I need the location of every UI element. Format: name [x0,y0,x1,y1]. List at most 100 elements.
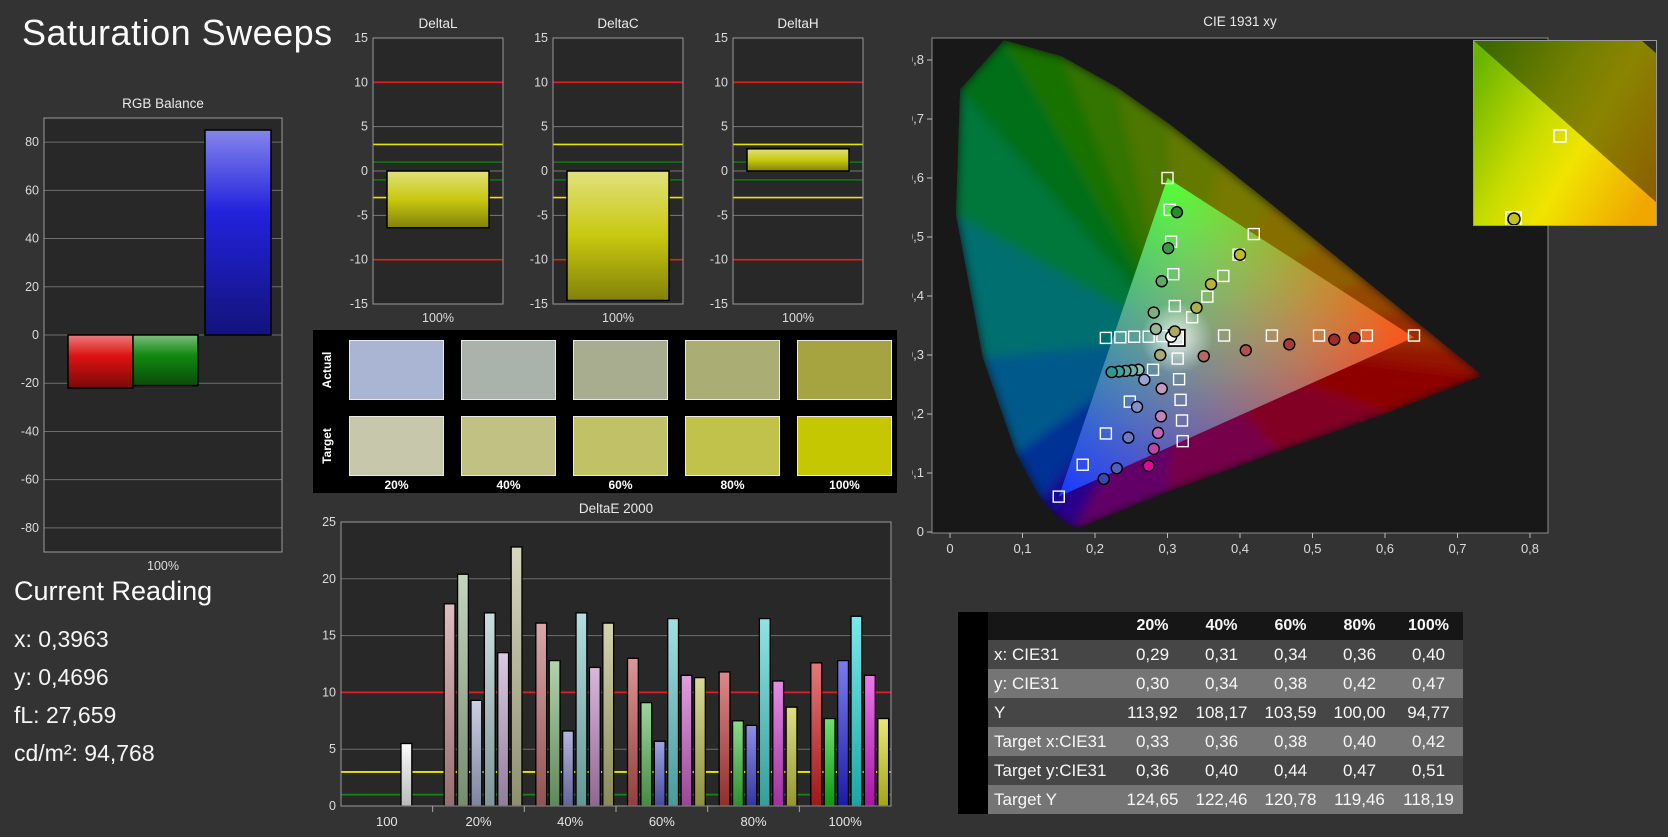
deltae-bar [483,612,496,807]
axis-label: -15 [710,297,728,311]
table-cell: 124,65 [1126,790,1179,809]
cie-measured-magenta [1154,410,1168,423]
cie-measured-red [1239,344,1252,357]
deltae-bar [470,699,483,807]
deltae-bar [680,674,693,807]
rgb-balance-chart[interactable]: RGB Balance 80 60 40 20 0 -20 -40 -60 -80 100% [10,92,310,597]
swatch-actual-60% [573,340,668,400]
table-cell: 100,00 [1333,703,1386,722]
deltae-bar [588,666,601,807]
delta-c-chart[interactable]: DeltaC 15 10 5 0 -5 -10 -15 100% [505,14,690,330]
deltac-bar [566,170,670,302]
swatch-column-label: 40% [496,478,521,492]
cie-measured-green [1162,242,1175,255]
table-row: y: CIE31 0,30 0,34 0,38 0,42 0,47 [958,669,1463,698]
cie-measured-green [1147,306,1160,319]
axis-label: 40 [25,232,39,246]
cie1931-chart[interactable]: CIE 1931 xy 0 0,1 0,2 0,3 0,4 0,5 0,6 0,7 0,8 0 0,1… [912,8,1568,573]
axis-label: -15 [530,297,548,311]
axis-label: 0 [329,799,336,813]
swatch-row-label-target: Target [320,428,334,464]
table-cell: 0,34 [1273,645,1308,664]
table-cell: 0,29 [1135,645,1170,664]
swatch-actual-20% [349,340,444,400]
reading-fl: fL: 27,659 [14,702,117,728]
axis-label: 20% [465,814,491,829]
table-cell: 0,40 [1204,761,1239,780]
table-row-label: Target Y [994,790,1058,809]
table-cell: 0,36 [1204,732,1239,751]
table-cell: 0,36 [1135,761,1170,780]
delta-h-chart[interactable]: DeltaH 15 10 5 0 -5 -10 -15 100% [685,14,870,330]
cie-measured-green [1149,322,1163,336]
cie-measured-green [1170,206,1184,219]
deltae-bar [653,740,666,807]
deltae2000-chart[interactable]: DeltaE 2000 0 5 10 15 20 25 100 20% 40% 60% 80% 100% [313,500,898,837]
axis-label: 25 [322,515,336,529]
deltae-bar [810,662,823,807]
deltae-bar [497,651,510,807]
swatch-target-40% [461,416,556,476]
deltae-bar [535,622,548,807]
table-column-header: 40% [1205,617,1238,634]
table-cell: 103,59 [1264,703,1317,722]
reading-cdm2: cd/m²: 94,768 [14,740,155,766]
axis-label: 15 [354,31,368,45]
axis-label: 15 [534,31,548,45]
swatch-column-label: 80% [720,478,745,492]
table-row: Target y:CIE31 0,36 0,40 0,44 0,47 0,51 [958,756,1463,785]
table-cell: 0,47 [1411,674,1446,693]
table-row: Y 113,92 108,17 103,59 100,00 94,77 [958,698,1463,727]
table-row: Target Y 124,65 122,46 120,78 119,46 118,19 [958,785,1463,814]
table-cell: 0,40 [1411,645,1446,664]
deltal-bar [386,170,490,229]
axis-label: DeltaH [777,16,818,31]
cie-measured-blue [1097,472,1110,486]
table-row-label: y: CIE31 [994,674,1060,693]
deltae-bar [510,546,523,807]
axis-label: 0 [361,164,368,178]
deltae-bar [575,612,588,807]
cie-measured-yellow [1168,325,1181,338]
swatch-column-label: 100% [829,478,860,492]
axis-label: 0,5 [912,229,924,244]
axis-label: 100 [376,814,398,829]
table-cell: 0,51 [1411,761,1446,780]
axis-label: 15 [322,629,336,643]
cie-measured-yellow [1204,278,1218,291]
axis-label: -20 [21,376,39,390]
table-cell: 0,38 [1273,732,1308,751]
cie-measured-magenta [1142,459,1155,473]
table-row: Target x:CIE31 0,33 0,36 0,38 0,40 0,42 [958,727,1463,756]
table-cell: 119,46 [1334,790,1385,809]
table-cell: 108,17 [1195,703,1248,722]
cie-measured-yellow [1233,248,1247,261]
table-cell: 0,44 [1273,761,1308,780]
deltae-bar [836,659,850,807]
deltae-bar [772,680,785,807]
cie-measured-red [1197,349,1210,363]
axis-label: 0 [917,524,924,539]
table-cell: 113,92 [1127,703,1178,722]
table-cell: 94,77 [1407,703,1450,722]
cie-measured-green [1155,275,1168,288]
deltae-bar [640,701,653,807]
table-cell: 0,40 [1342,732,1377,751]
swatch-column-label: 60% [608,478,633,492]
deltae-bar [850,615,863,807]
deltae-bar [718,671,731,807]
swatch-comparison-panel[interactable]: Actual Target 20% 40% 60% 80% 100% [313,330,897,493]
delta-l-chart[interactable]: DeltaL 15 10 5 0 -5 -10 -15 100% [325,14,510,330]
cie-zoom-inset[interactable] [1473,40,1657,226]
measurement-table: 20% 40% 60% 80% 100% x: CIE31 0,29 0,31 0,34 0,36… [958,612,1463,814]
reading-y: y: 0,4696 [14,664,109,690]
axis-label: -15 [350,297,368,311]
axis-label: -80 [21,521,39,535]
table-row-label: Target x:CIE31 [994,732,1107,751]
axis-label: 100% [782,311,814,325]
axis-label: 0,8 [1521,541,1539,556]
swatch-column-label: 20% [384,478,409,492]
table-column-header: 100% [1408,617,1449,634]
axis-label: 0,5 [1303,541,1321,556]
table-column-header: 20% [1136,617,1169,634]
